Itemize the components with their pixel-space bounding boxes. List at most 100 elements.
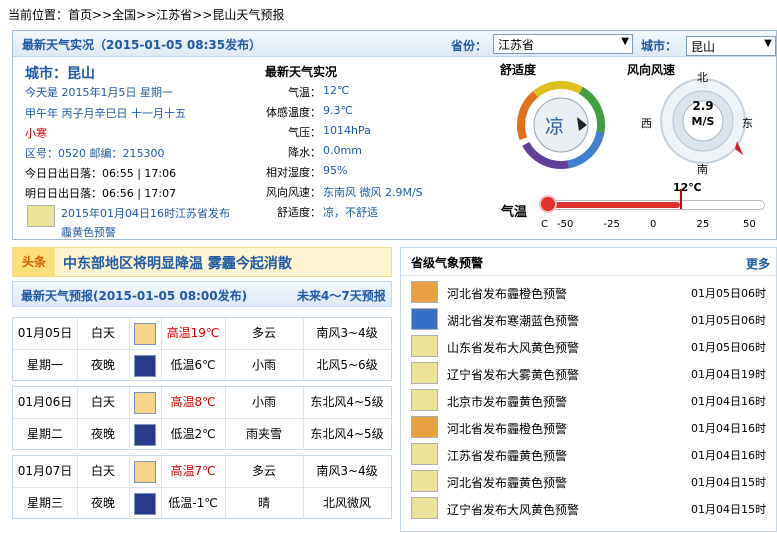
row-divider [13,487,391,488]
dropdown-arrow-icon: ▼ [621,36,629,47]
city-label: 城市： [641,39,678,53]
observation-label: 舒适度： [277,206,321,219]
warning-icon [411,389,438,411]
forecast-weather: 多云 [251,464,276,478]
alert-text[interactable]: 江苏省发布霾黄色预警 [447,447,567,464]
forecast-4-7-days-link[interactable]: 未来4～7天预报 [297,287,386,304]
alerts-title: 省级气象预警 [411,256,484,270]
alert-text[interactable]: 北京市发布霾黄色预警 [447,393,567,410]
moon-icon [134,493,156,515]
observation-label: 风向风速： [266,186,321,199]
alert-text[interactable]: 辽宁省发布大雾黄色预警 [447,366,579,383]
thermometer [539,189,767,215]
provincial-alerts-panel: 省级气象预警 更多 河北省发布霾橙色预警 01月05日06时 湖北省发布寒潮蓝色预警… [400,247,777,532]
temperature-label: 气温 [501,205,528,220]
headline-bar: 头条 中东部地区将明显降温 雾霾今起消散 [12,247,392,277]
observation-value: 95% [323,164,348,177]
compass-west: 西 [641,117,652,130]
observation-value: 12℃ [323,84,350,97]
city-select[interactable]: 昆山 ▼ [686,36,776,56]
compass-south: 南 [697,163,708,176]
forecast-period: 夜晚 [90,427,115,441]
observation-label: 气压： [288,126,321,139]
breadcrumb-country-link[interactable]: 全国 [112,8,136,22]
alert-text[interactable]: 河北省发布霾橙色预警 [447,420,567,437]
province-warning-link[interactable]: 2015年01月04日16时江苏省发布霾黄色预警 [61,204,231,242]
alert-date: 01月05日06时 [691,341,766,354]
thermometer-marker [680,189,683,209]
forecast-night-row: 星期一 夜晚 低温6℃ 小雨 北风5~6级 [13,350,391,381]
breadcrumb-current: 昆山天气预报 [212,8,285,22]
alert-item[interactable]: 山东省发布大风黄色预警 01月05日06时 [411,333,771,360]
live-weather-title: 最新天气实况（2015-01-05 08:35发布） [22,38,262,52]
warning-icon [411,443,438,465]
forecast-night-row: 星期二 夜晚 低温2℃ 雨夹雪 东北风4~5级 [13,419,391,450]
alert-date: 01月05日06时 [691,287,766,300]
breadcrumb-separator: >> [92,8,113,22]
wind-compass: 2.9 M/S 北 南 东 西 [641,69,753,176]
forecast-temperature: 低温-1℃ [168,496,218,510]
alert-item[interactable]: 河北省发布霾橙色预警 01月05日06时 [411,279,771,306]
alert-item[interactable]: 河北省发布霾黄色预警 01月04日15时 [411,468,771,495]
alert-date: 01月04日15时 [691,503,766,516]
observation-value: 1014hPa [323,124,371,137]
forecast-weekday: 星期三 [26,496,63,510]
alert-text[interactable]: 辽宁省发布大风黄色预警 [447,501,579,518]
alert-item[interactable]: 江苏省发布霾黄色预警 01月04日16时 [411,441,771,468]
alert-date: 01月04日16时 [691,395,766,408]
observation-value: 东南风 微风 2.9M/S [323,186,423,199]
forecast-wind: 北风微风 [322,496,371,510]
alerts-more-link[interactable]: 更多 [746,255,770,272]
wind-speed-unit: M/S [691,115,715,128]
headline-link[interactable]: 中东部地区将明显降温 雾霾今起消散 [63,253,292,273]
alert-item[interactable]: 辽宁省发布大风黄色预警 01月04日15时 [411,495,771,522]
thermometer-tick-label: 25 [696,219,710,230]
alert-date: 01月04日19时 [691,368,766,381]
alert-item[interactable]: 辽宁省发布大雾黄色预警 01月04日19时 [411,360,771,387]
cell-divider [129,387,130,418]
forecast-date: 01月06日 [17,395,73,409]
date-line: 今天是 2015年1月5日 星期一 [25,86,173,99]
breadcrumb-home-link[interactable]: 首页 [68,8,92,22]
alert-item[interactable]: 北京市发布霾黄色预警 01月04日16时 [411,387,771,414]
forecast-weather: 晴 [257,496,270,510]
warning-icon [411,362,438,384]
observation-value: 凉，不舒适 [323,206,378,219]
forecast-period: 白天 [90,464,115,478]
forecast-weekday: 星期一 [26,358,63,372]
partly-cloudy-icon [134,323,156,345]
forecast-period: 白天 [90,326,115,340]
observations-title: 最新天气实况 [265,65,338,79]
wind-speed-value: 2.9 [692,99,714,113]
live-weather-header: 最新天气实况（2015-01-05 08:35发布） 省份： 江苏省 ▼ 城市：… [13,31,776,57]
alert-text[interactable]: 河北省发布霾黄色预警 [447,474,567,491]
thermometer-tick-label: -50 [557,219,574,230]
forecast-temperature: 高温8℃ [170,395,216,409]
forecast-period: 夜晚 [90,496,115,510]
forecast-weather: 小雨 [251,395,276,409]
temperature-value: 12℃ [673,181,702,194]
warning-icon [411,497,438,519]
alert-item[interactable]: 河北省发布霾橙色预警 01月04日16时 [411,414,771,441]
compass-east: 东 [742,117,753,130]
thermometer-tick-label: 50 [743,219,756,230]
alert-text[interactable]: 湖北省发布寒潮蓝色预警 [447,312,579,329]
cell-divider [129,318,130,349]
cell-divider [129,350,130,381]
breadcrumb-prefix: 当前位置： [8,8,69,22]
alert-item[interactable]: 湖北省发布寒潮蓝色预警 01月05日06时 [411,306,771,333]
alert-date: 01月04日16时 [691,422,766,435]
forecast-night-row: 星期三 夜晚 低温-1℃ 晴 北风微风 [13,488,391,519]
breadcrumb-province-link[interactable]: 江苏省 [156,8,192,22]
forecast-wind: 南风3~4级 [316,464,378,478]
rain-day-icon [134,392,156,414]
cell-divider [129,456,130,487]
alert-text[interactable]: 河北省发布霾橙色预警 [447,285,567,302]
alert-text[interactable]: 山东省发布大风黄色预警 [447,339,579,356]
province-select[interactable]: 江苏省 ▼ [493,34,633,54]
warning-icon [411,281,438,303]
haze-warning-icon[interactable] [27,205,55,227]
warning-icon [411,470,438,492]
observation-value: 9.3℃ [323,104,353,117]
thermometer-tick-label: -25 [603,219,620,230]
